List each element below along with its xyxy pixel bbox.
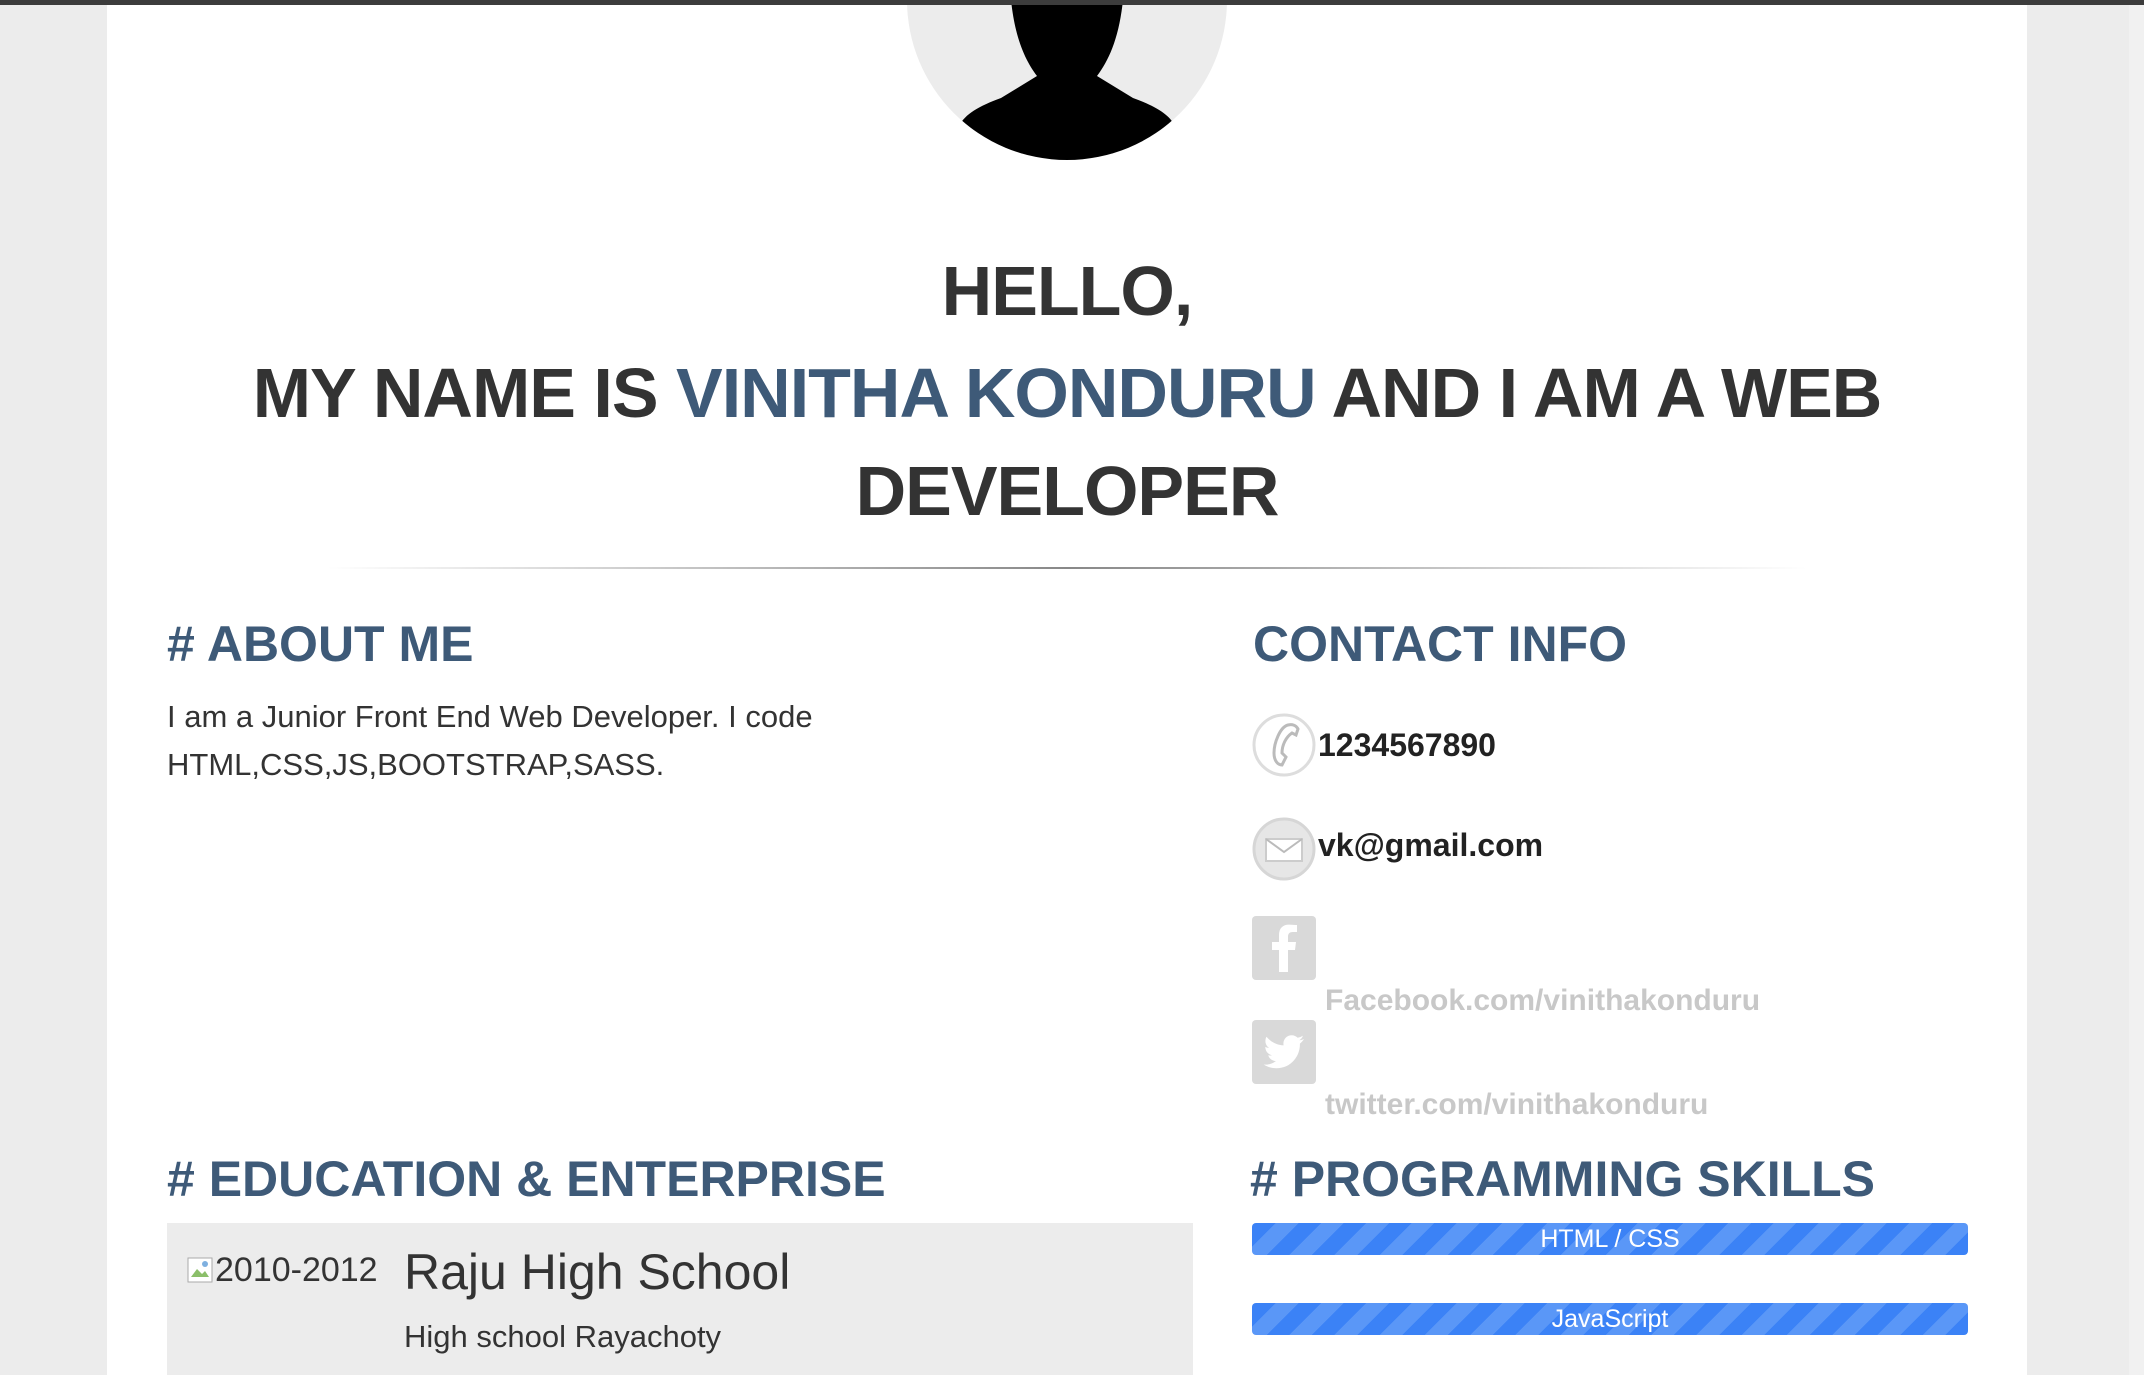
hero-divider [327,567,1807,569]
education-place: High school Rayachoty [404,1319,722,1354]
contact-facebook: Facebook.com/vinithakonduru [1252,916,1852,1018]
skill-bar-javascript: JavaScript [1252,1303,1968,1335]
facebook-icon[interactable] [1252,916,1316,980]
profile-avatar [907,5,1227,160]
contact-twitter: twitter.com/vinithakonduru [1252,1020,1852,1122]
broken-image-icon [187,1257,213,1283]
contact-title: CONTACT INFO [1253,616,1628,672]
hero-greeting: HELLO, [941,252,1194,330]
skill-bar-html-css: HTML / CSS [1252,1223,1968,1255]
hero-role: DEVELOPER [855,452,1280,530]
twitter-icon[interactable] [1252,1020,1316,1084]
phone-icon [1252,713,1316,777]
education-title: # EDUCATION & ENTERPRISE [167,1151,886,1207]
hero-name: VINITHA KONDURU [676,354,1317,432]
person-silhouette-icon [959,5,1175,160]
education-school: Raju High School [404,1244,791,1300]
resume-page: HELLO, MY NAME IS VINITHA KONDURU AND I … [107,5,2027,1375]
scrollbar-track[interactable] [2129,5,2144,1375]
hero-intro: MY NAME IS VINITHA KONDURU AND I AM A WE… [107,345,2027,441]
education-year: 2010-2012 [187,1251,378,1290]
mail-icon [1252,817,1316,881]
about-text: I am a Junior Front End Web Developer. I… [167,699,813,782]
about-title: # ABOUT ME [167,616,474,672]
intro-prefix: MY NAME IS [252,354,659,432]
education-year-text: 2010-2012 [215,1251,378,1289]
facebook-link[interactable]: Facebook.com/vinithakonduru [1325,984,1760,1018]
email-address[interactable]: vk@gmail.com [1318,827,1543,864]
contact-email: vk@gmail.com [1252,817,1852,887]
education-item: 2010-2012 Raju High School High school R… [167,1223,1193,1375]
intro-suffix: AND I AM A WEB [1331,354,1882,432]
contact-phone: 1234567890 [1252,713,1852,783]
twitter-link[interactable]: twitter.com/vinithakonduru [1325,1088,1708,1122]
skills-title: # PROGRAMMING SKILLS [1250,1151,1876,1207]
phone-number[interactable]: 1234567890 [1318,727,1496,764]
